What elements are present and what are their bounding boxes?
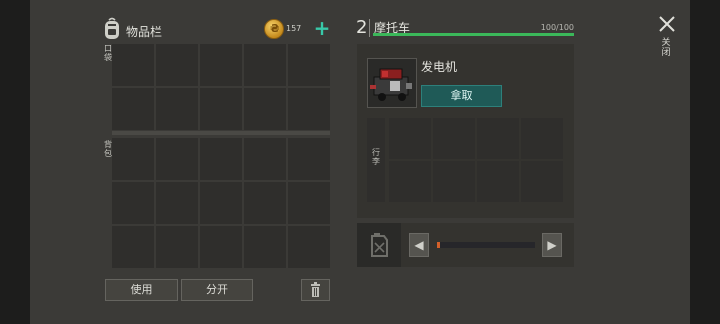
- backpack-slot[interactable]: [244, 226, 286, 268]
- fuel-slider-fill: [437, 242, 440, 248]
- backpack-slot[interactable]: [112, 138, 154, 180]
- trash-button[interactable]: [301, 279, 330, 301]
- coin-icon: ₴: [264, 19, 284, 39]
- split-button[interactable]: 分开: [181, 279, 253, 301]
- pocket-slot[interactable]: [156, 44, 198, 86]
- close-label[interactable]: 关闭: [660, 38, 672, 58]
- backpack-slot[interactable]: [112, 226, 154, 268]
- storage-slot[interactable]: [521, 118, 563, 159]
- pocket-slot[interactable]: [156, 88, 198, 130]
- backpack-slot[interactable]: [200, 226, 242, 268]
- fuel-decrease-button[interactable]: ◀: [409, 233, 429, 257]
- vehicle-hp-bar: [373, 33, 574, 36]
- pocket-slot[interactable]: [200, 88, 242, 130]
- inventory-header: 物品栏 ₴ 157 +: [102, 17, 332, 43]
- item-name: 发电机: [421, 60, 458, 74]
- backpack-slot[interactable]: [156, 226, 198, 268]
- engine-icon: [370, 68, 412, 101]
- left-edge: [0, 0, 30, 324]
- fuel-increase-button[interactable]: ▶: [542, 233, 562, 257]
- close-icon[interactable]: [657, 14, 677, 34]
- backpack-slot[interactable]: [200, 138, 242, 180]
- storage-slot[interactable]: [521, 161, 563, 202]
- pocket-slot[interactable]: [200, 44, 242, 86]
- storage-slot[interactable]: [477, 118, 519, 159]
- trash-icon: [311, 282, 320, 297]
- inventory-title: 物品栏: [126, 25, 163, 39]
- vehicle-hp-fill: [373, 33, 574, 36]
- use-button[interactable]: 使用: [105, 279, 178, 301]
- pocket-slot[interactable]: [112, 88, 154, 130]
- vehicle-hp-text: 100/100: [540, 23, 574, 32]
- backpack-slot[interactable]: [288, 226, 330, 268]
- right-edge: [690, 0, 720, 324]
- storage-grid: [389, 118, 563, 202]
- fuel-slot[interactable]: [357, 223, 401, 267]
- backpack-icon: [105, 17, 119, 39]
- pocket-grid: [112, 44, 330, 130]
- backpack-slot[interactable]: [200, 182, 242, 224]
- add-coins-button[interactable]: +: [312, 18, 332, 39]
- storage-slot[interactable]: [433, 118, 475, 159]
- backpack-slot[interactable]: [244, 182, 286, 224]
- storage-slot[interactable]: [477, 161, 519, 202]
- backpack-slot[interactable]: [112, 182, 154, 224]
- backpack-slot[interactable]: [288, 138, 330, 180]
- header-divider: [369, 19, 370, 37]
- pocket-slot[interactable]: [112, 44, 154, 86]
- backpack-slot[interactable]: [156, 182, 198, 224]
- vehicle-slot-number: 2: [356, 17, 368, 38]
- fuel-slider[interactable]: [437, 242, 535, 248]
- backpack-slot[interactable]: [244, 138, 286, 180]
- grid-divider: [112, 131, 330, 135]
- storage-slot[interactable]: [389, 161, 431, 202]
- take-button[interactable]: 拿取: [421, 85, 502, 107]
- backpack-grid: [112, 138, 330, 268]
- storage-slot[interactable]: [433, 161, 475, 202]
- pocket-slot[interactable]: [288, 44, 330, 86]
- storage-label: 行李: [372, 148, 380, 166]
- pocket-slot[interactable]: [244, 44, 286, 86]
- pocket-slot[interactable]: [244, 88, 286, 130]
- backpack-slot[interactable]: [288, 182, 330, 224]
- storage-label-box: 行李: [367, 118, 385, 202]
- generator-slot[interactable]: [367, 58, 417, 108]
- pocket-slot[interactable]: [288, 88, 330, 130]
- coin-count: 157: [286, 24, 302, 33]
- coin-glyph: ₴: [270, 22, 280, 35]
- fuel-can-icon: [371, 233, 388, 257]
- backpack-slot[interactable]: [156, 138, 198, 180]
- storage-slot[interactable]: [389, 118, 431, 159]
